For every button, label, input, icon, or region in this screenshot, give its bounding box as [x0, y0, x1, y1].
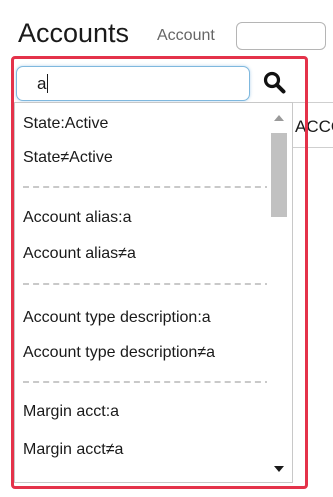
page-title: Accounts: [18, 18, 130, 48]
account-input[interactable]: [236, 22, 326, 50]
account-label: Account: [157, 27, 215, 44]
highlight-frame: [11, 56, 308, 489]
